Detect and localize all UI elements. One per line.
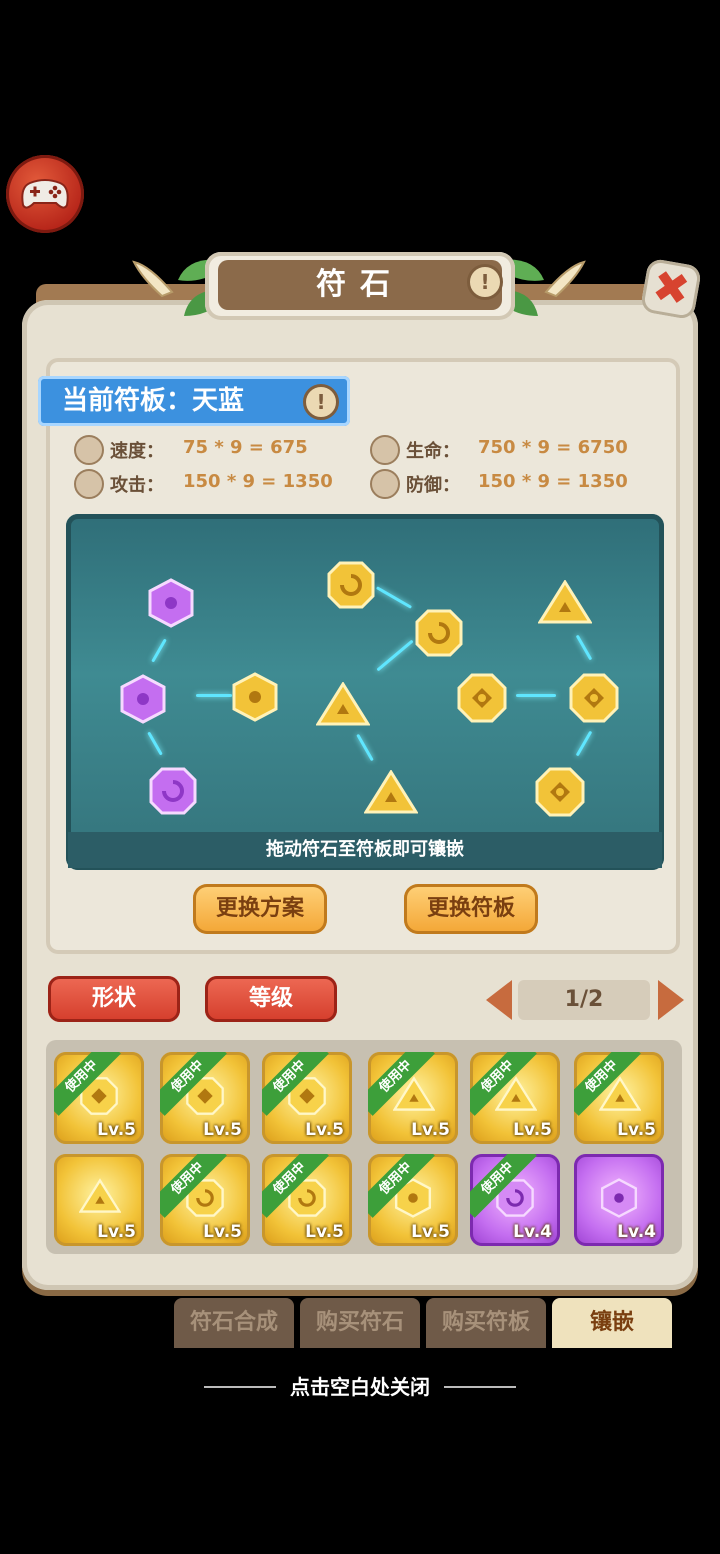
rune-board[interactable] — [66, 514, 664, 870]
page-indicator: 1/2 — [518, 980, 650, 1020]
shape-filter-button[interactable]: 形状 — [48, 976, 180, 1022]
stat-hp-value: 750 * 9 = 6750 — [478, 437, 628, 458]
stat-defense-value: 150 * 9 = 1350 — [478, 471, 628, 492]
inventory-gem-slot[interactable]: 使用中 Lv.5 — [470, 1052, 560, 1144]
gold-swirl-gem[interactable] — [326, 560, 376, 610]
board-connector — [575, 730, 593, 757]
current-board-label: 当前符板：天蓝 — [62, 386, 245, 416]
inventory-gem-slot[interactable]: Lv.5 — [54, 1154, 144, 1246]
attack-icon — [74, 469, 104, 499]
gold-hex-gem[interactable] — [456, 672, 508, 724]
tab-inlay[interactable]: 镶嵌 — [552, 1298, 672, 1348]
close-hint[interactable]: 点击空白处关闭 — [200, 1372, 520, 1402]
inventory-gem-slot[interactable]: 使用中 Lv.4 — [470, 1154, 560, 1246]
gem-level: Lv.5 — [617, 1120, 656, 1140]
gold-triangle-gem[interactable] — [538, 580, 592, 624]
level-filter-button[interactable]: 等级 — [205, 976, 337, 1022]
speed-icon — [74, 435, 104, 465]
gold-swirl-gem[interactable] — [414, 608, 464, 658]
title-help-icon[interactable]: ! — [467, 264, 503, 300]
board-connector — [375, 586, 413, 609]
gold-hex-gem[interactable] — [568, 672, 620, 724]
close-icon: ✖ — [648, 260, 694, 317]
inventory-gem-slot[interactable]: 使用中 Lv.5 — [54, 1052, 144, 1144]
purple-dots-icon — [599, 1178, 639, 1222]
stat-attack-value: 150 * 9 = 1350 — [183, 471, 333, 492]
inventory-gem-slot[interactable]: 使用中 Lv.5 — [160, 1052, 250, 1144]
gamepad-button[interactable] — [6, 155, 84, 233]
stat-attack-label: 攻击： — [110, 475, 164, 496]
gamepad-icon — [21, 179, 69, 209]
inventory-gem-slot[interactable]: 使用中 Lv.5 — [262, 1154, 352, 1246]
inventory-gem-slot[interactable]: 使用中 Lv.5 — [574, 1052, 664, 1144]
inventory-gem-slot[interactable]: 使用中 Lv.5 — [262, 1052, 352, 1144]
gem-level: Lv.5 — [305, 1120, 344, 1140]
gem-level: Lv.5 — [411, 1222, 450, 1242]
purple-swirl-gem[interactable] — [148, 766, 198, 816]
page-title: 符石 — [218, 260, 502, 310]
board-connector — [376, 639, 414, 672]
gold-triangle-gem[interactable] — [316, 682, 370, 726]
defense-icon — [370, 469, 400, 499]
purple-dots-gem[interactable] — [118, 674, 168, 724]
gold-dots-gem[interactable] — [230, 672, 280, 722]
gem-level: Lv.5 — [97, 1120, 136, 1140]
change-plan-button[interactable]: 更换方案 — [193, 884, 327, 934]
stat-speed-value: 75 * 9 = 675 — [183, 437, 308, 458]
stat-hp-label: 生命： — [406, 441, 460, 462]
inventory-gem-slot[interactable]: 使用中 Lv.5 — [160, 1154, 250, 1246]
gem-level: Lv.5 — [513, 1120, 552, 1140]
board-connector — [196, 694, 232, 697]
board-connector — [356, 733, 374, 762]
inventory-gem-slot[interactable]: 使用中 Lv.5 — [368, 1154, 458, 1246]
gold-hex-gem[interactable] — [534, 766, 586, 818]
gem-level: Lv.4 — [513, 1222, 552, 1242]
change-board-button[interactable]: 更换符板 — [404, 884, 538, 934]
gem-level: Lv.5 — [203, 1222, 242, 1242]
stat-speed-label: 速度： — [110, 441, 164, 462]
gem-level: Lv.5 — [97, 1222, 136, 1242]
tab-buy-boards[interactable]: 购买符板 — [426, 1298, 546, 1348]
next-page-arrow[interactable] — [658, 980, 684, 1020]
inventory-gem-slot[interactable]: Lv.4 — [574, 1154, 664, 1246]
inventory-gem-slot[interactable]: 使用中 Lv.5 — [368, 1052, 458, 1144]
tab-buy-runes[interactable]: 购买符石 — [300, 1298, 420, 1348]
stat-defense-label: 防御： — [406, 475, 460, 496]
gold-tri-icon — [78, 1178, 122, 1218]
board-connector — [516, 694, 556, 697]
gem-level: Lv.4 — [617, 1222, 656, 1242]
board-connector — [151, 638, 167, 663]
tab-rune-synthesis[interactable]: 符石合成 — [174, 1298, 294, 1348]
gem-level: Lv.5 — [411, 1120, 450, 1140]
board-connector — [147, 731, 163, 756]
hp-icon — [370, 435, 400, 465]
prev-page-arrow[interactable] — [486, 980, 512, 1020]
gem-level: Lv.5 — [305, 1222, 344, 1242]
purple-dots-gem[interactable] — [146, 578, 196, 628]
board-connector — [575, 634, 593, 661]
gold-triangle-gem[interactable] — [364, 770, 418, 814]
board-caption: 拖动符石至符板即可镶嵌 — [68, 832, 662, 868]
board-help-icon[interactable]: ! — [303, 384, 339, 420]
close-button[interactable]: ✖ — [639, 257, 703, 321]
gem-level: Lv.5 — [203, 1120, 242, 1140]
